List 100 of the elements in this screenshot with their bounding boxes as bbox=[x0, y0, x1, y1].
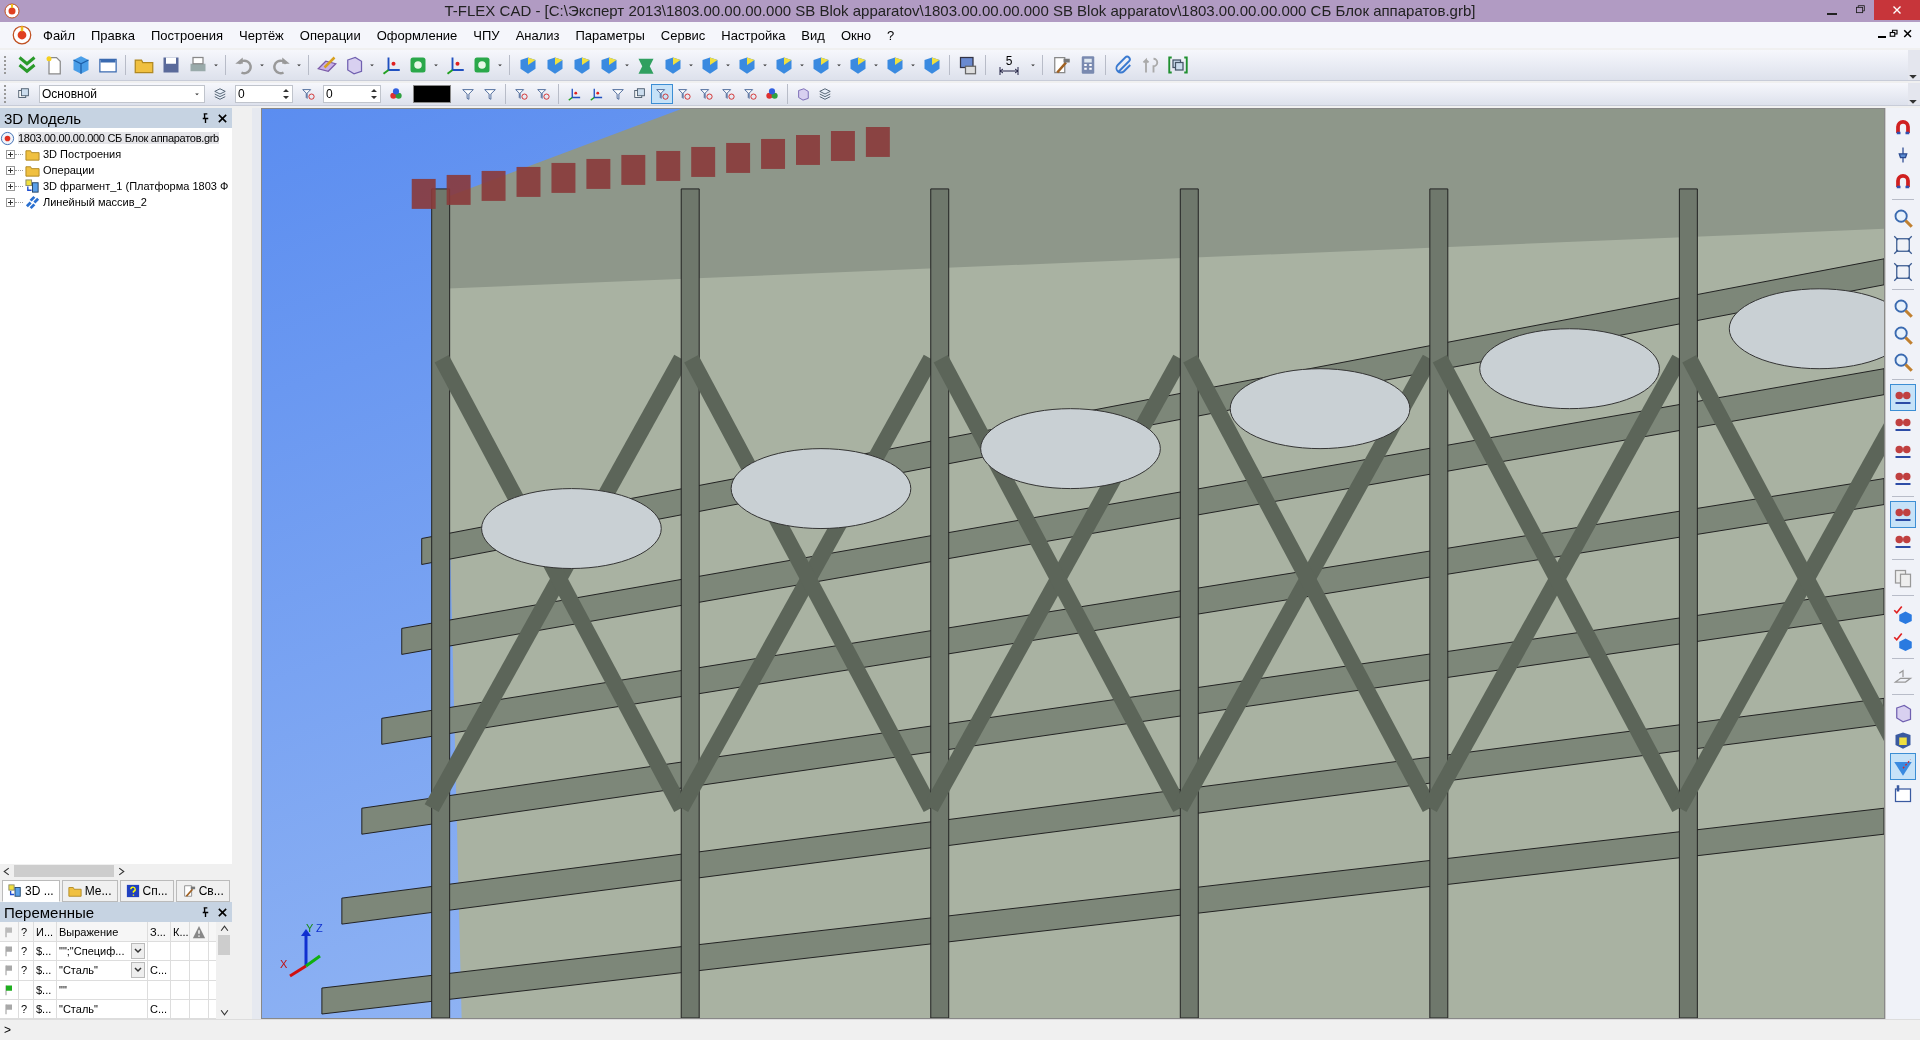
tree-item[interactable]: 3D фрагмент_1 (Платформа 1803 Ф bbox=[43, 180, 229, 192]
tree-item[interactable]: 1803.00.00.00.000 СБ Блок аппаратов.grb bbox=[18, 132, 219, 144]
column-header[interactable]: Выражение bbox=[57, 922, 148, 942]
tree-item[interactable]: 3D Построения bbox=[43, 148, 122, 160]
document-icon bbox=[0, 130, 15, 146]
filter-icon bbox=[611, 87, 625, 101]
scroll-thumb[interactable] bbox=[14, 865, 114, 877]
pin-button[interactable] bbox=[200, 906, 211, 918]
menu-item[interactable]: Анализ bbox=[507, 24, 568, 46]
expand-toggle[interactable] bbox=[6, 181, 15, 191]
dropdown-button[interactable] bbox=[131, 962, 145, 979]
close-icon bbox=[217, 906, 228, 918]
panel-tab[interactable]: Сп... bbox=[119, 880, 174, 902]
panel-tab[interactable]: Св... bbox=[175, 880, 230, 902]
pin-button[interactable] bbox=[200, 112, 211, 124]
filter-button[interactable] bbox=[651, 84, 673, 104]
menu-item[interactable]: ? bbox=[879, 24, 903, 46]
glasses-button[interactable] bbox=[1890, 384, 1916, 411]
menu-item[interactable]: Правка bbox=[82, 24, 143, 46]
tree-item[interactable]: Операции bbox=[43, 164, 95, 176]
toolbar-overflow-button[interactable] bbox=[1908, 83, 1920, 105]
scroll-thumb[interactable] bbox=[218, 935, 230, 955]
filter-icon bbox=[677, 87, 691, 101]
axis-label: Y bbox=[306, 922, 314, 934]
menu-item[interactable]: Настройка bbox=[713, 24, 794, 46]
link-icon bbox=[1140, 55, 1161, 75]
dropdown-button[interactable] bbox=[131, 943, 145, 960]
panel-tab[interactable]: Ме... bbox=[61, 880, 118, 902]
menu-item[interactable]: Операции bbox=[291, 24, 369, 46]
command-prompt: > bbox=[4, 1023, 11, 1037]
menu-item[interactable]: Окно bbox=[832, 24, 880, 46]
expand-toggle[interactable] bbox=[6, 165, 15, 175]
window-title: T-FLEX CAD - [C:\Эксперт 2013\1803.00.00.00.000 SB Blok apparatov\1803.00.00.00.000 SB Blok apparatov\1803.00.00.00.000 СБ Блок аппаратов.grb] bbox=[444, 2, 1476, 19]
panel-title: Переменные bbox=[4, 903, 95, 921]
help-icon bbox=[125, 884, 140, 898]
cube-with-mark-icon bbox=[1893, 603, 1913, 624]
layer-dropdown[interactable]: Основной bbox=[39, 85, 205, 103]
table-cell: С... bbox=[148, 961, 171, 980]
cube-icon bbox=[70, 55, 91, 75]
axis-label: Z bbox=[316, 922, 323, 934]
color-balls-icon bbox=[765, 87, 779, 101]
column-header[interactable]: И... bbox=[34, 922, 57, 942]
filter-icon bbox=[721, 87, 735, 101]
menu-item[interactable]: Вид bbox=[793, 24, 833, 46]
menu-item[interactable]: Параметры bbox=[567, 24, 653, 46]
filter-icon bbox=[514, 87, 528, 101]
menu-item[interactable]: Построения bbox=[142, 24, 232, 46]
column-header[interactable]: З... bbox=[148, 922, 171, 942]
menu-item[interactable]: Оформление bbox=[368, 24, 466, 46]
undo-icon bbox=[233, 55, 254, 75]
close-icon bbox=[217, 112, 228, 124]
zoom-extents-icon bbox=[1893, 234, 1913, 255]
level-spinbox[interactable]: 0 bbox=[323, 85, 381, 103]
minimize-icon bbox=[1827, 13, 1837, 15]
table-cell: ? bbox=[19, 942, 34, 961]
pin-icon bbox=[200, 112, 211, 124]
view-button[interactable] bbox=[1890, 753, 1916, 780]
zoom-icon bbox=[1893, 207, 1913, 228]
toolbar-overflow-button[interactable] bbox=[1908, 50, 1920, 80]
layer-stack-icon bbox=[17, 87, 31, 101]
menu-item[interactable]: Файл bbox=[35, 24, 83, 46]
double-chevron-icon bbox=[16, 55, 37, 75]
table-cell: $... bbox=[34, 961, 57, 980]
filter-icon bbox=[655, 87, 669, 101]
zoom-icon bbox=[1893, 324, 1913, 345]
menu-item[interactable]: ЧПУ bbox=[465, 24, 508, 46]
spin-arrows-icon bbox=[282, 86, 290, 102]
column-header[interactable]: ? bbox=[19, 922, 34, 942]
fragment-icon bbox=[25, 178, 40, 194]
column-header[interactable]: К... bbox=[171, 922, 190, 942]
menu-item[interactable]: Чертёж bbox=[231, 24, 292, 46]
vertical-scrollbar[interactable] bbox=[216, 922, 232, 1019]
table-cell: $... bbox=[34, 999, 57, 1018]
axes-icon bbox=[567, 87, 581, 101]
close-icon bbox=[1902, 28, 1914, 40]
expand-toggle[interactable] bbox=[6, 197, 15, 207]
cube-with-mark-icon bbox=[1893, 630, 1913, 651]
dimension-button[interactable]: 5 bbox=[990, 52, 1028, 78]
color-swatch[interactable] bbox=[413, 85, 451, 103]
horizontal-scrollbar[interactable] bbox=[0, 864, 232, 878]
tree-item[interactable]: Линейный массив_2 bbox=[43, 196, 147, 208]
filter-icon bbox=[536, 87, 550, 101]
filter-icon bbox=[699, 87, 713, 101]
panel-tab[interactable]: 3D ... bbox=[2, 880, 60, 902]
table-cell: "" bbox=[59, 983, 67, 996]
folder-icon bbox=[67, 884, 82, 898]
close-button[interactable] bbox=[217, 906, 228, 918]
layer-stack-icon bbox=[633, 87, 647, 101]
glasses-button[interactable] bbox=[1890, 501, 1916, 528]
level-spinbox[interactable]: 0 bbox=[235, 85, 293, 103]
menu-item[interactable]: Сервис bbox=[652, 24, 714, 46]
close-button[interactable] bbox=[217, 112, 228, 124]
expand-toggle[interactable] bbox=[6, 149, 15, 159]
pin-icon bbox=[200, 906, 211, 918]
zoom-extents-icon bbox=[1893, 261, 1913, 282]
dimension-arrow-icon bbox=[996, 67, 1022, 75]
axis-label: X bbox=[280, 958, 288, 970]
table-cell: "";"Специф... bbox=[59, 945, 125, 958]
monitor-icon bbox=[957, 55, 978, 75]
table-cell: "Сталь" bbox=[59, 1002, 98, 1015]
